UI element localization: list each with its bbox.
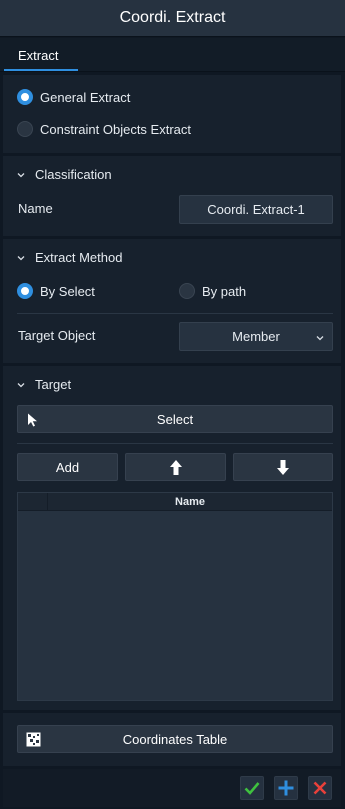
target-header-label: Target <box>35 377 72 392</box>
tab-bar: Extract <box>0 38 345 72</box>
coordinates-table-section: Coordinates Table <box>3 713 341 766</box>
chevron-down-icon <box>17 172 25 177</box>
classification-header[interactable]: Classification <box>17 167 112 182</box>
divider <box>17 313 333 314</box>
move-up-button[interactable] <box>125 453 226 481</box>
ok-button[interactable] <box>240 776 264 800</box>
add-button-label: Add <box>55 459 80 475</box>
divider <box>17 443 333 444</box>
chevron-down-icon <box>316 336 324 341</box>
chevron-down-icon <box>17 382 25 387</box>
classification-section: Classification Name Coordi. Extract-1 <box>3 156 341 236</box>
radio-by-select[interactable]: By Select <box>17 283 95 299</box>
extract-method-header-label: Extract Method <box>35 250 123 265</box>
table-column-name[interactable]: Name <box>48 493 332 511</box>
target-table[interactable]: Name <box>17 492 333 701</box>
radio-checked-icon <box>17 283 33 299</box>
radio-general-extract[interactable]: General Extract <box>17 89 130 105</box>
table-corner-cell <box>18 493 48 511</box>
radio-constraint-objects-extract[interactable]: Constraint Objects Extract <box>17 121 191 137</box>
radio-general-extract-label: General Extract <box>40 89 131 105</box>
classification-header-label: Classification <box>35 167 112 182</box>
target-object-select[interactable]: Member <box>179 322 333 351</box>
coordinates-table-button-label: Coordinates Table <box>122 731 228 747</box>
extract-type-section: General Extract Constraint Objects Extra… <box>3 75 341 153</box>
close-icon <box>313 781 327 795</box>
apply-add-button[interactable] <box>274 776 298 800</box>
name-label: Name <box>18 201 53 216</box>
select-button-label: Select <box>156 411 194 427</box>
coordinates-table-icon <box>26 732 41 747</box>
radio-constraint-objects-extract-label: Constraint Objects Extract <box>40 121 191 137</box>
radio-unchecked-icon <box>179 283 195 299</box>
target-header[interactable]: Target <box>17 377 71 392</box>
arrow-up-icon <box>169 459 182 475</box>
plus-icon <box>278 780 294 796</box>
arrow-down-icon <box>277 459 289 475</box>
select-button[interactable]: Select <box>17 405 333 433</box>
tab-extract[interactable]: Extract <box>4 38 78 72</box>
chevron-down-icon <box>17 255 25 260</box>
cancel-button[interactable] <box>308 776 332 800</box>
target-object-label: Target Object <box>18 328 96 343</box>
active-tab-indicator <box>4 69 78 71</box>
radio-by-select-label: By Select <box>40 283 95 299</box>
name-field[interactable]: Coordi. Extract-1 <box>179 195 333 224</box>
window-title: Coordi. Extract <box>0 0 345 37</box>
extract-method-header[interactable]: Extract Method <box>17 250 122 265</box>
radio-by-path-label: By path <box>202 283 247 299</box>
radio-unchecked-icon <box>17 121 33 137</box>
target-object-value: Member <box>232 329 280 344</box>
move-down-button[interactable] <box>233 453 333 481</box>
target-section: Target Select Add Name <box>3 366 341 710</box>
checkmark-icon <box>244 782 260 795</box>
radio-checked-icon <box>17 89 33 105</box>
coordinates-table-button[interactable]: Coordinates Table <box>17 725 333 753</box>
table-header: Name <box>18 493 332 511</box>
extract-method-section: Extract Method By Select By path Target … <box>3 239 341 363</box>
tab-extract-label: Extract <box>18 47 59 63</box>
add-button[interactable]: Add <box>17 453 118 481</box>
radio-by-path[interactable]: By path <box>179 283 246 299</box>
dialog-footer <box>3 769 341 807</box>
cursor-arrow-icon <box>28 413 37 427</box>
